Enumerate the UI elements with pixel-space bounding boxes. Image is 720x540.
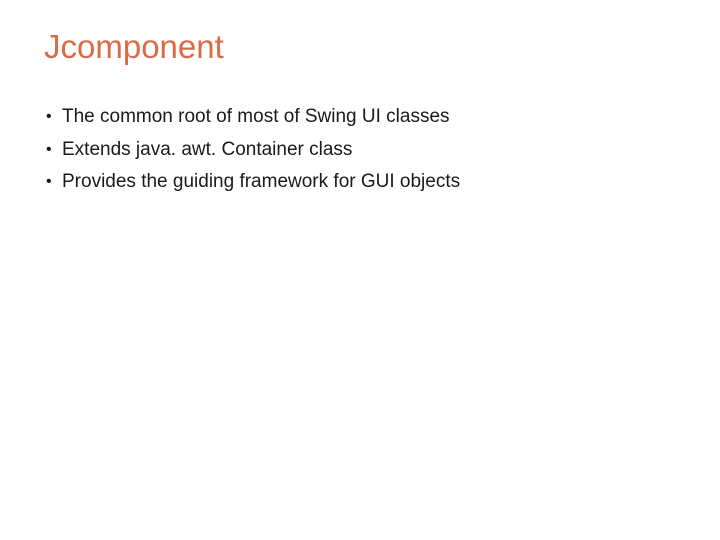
slide-title: Jcomponent [44, 28, 676, 66]
slide: Jcomponent The common root of most of Sw… [0, 0, 720, 540]
list-item: Extends java. awt. Container class [44, 137, 676, 164]
list-item: The common root of most of Swing UI clas… [44, 104, 676, 131]
list-item: Provides the guiding framework for GUI o… [44, 169, 676, 196]
bullet-list: The common root of most of Swing UI clas… [44, 104, 676, 196]
